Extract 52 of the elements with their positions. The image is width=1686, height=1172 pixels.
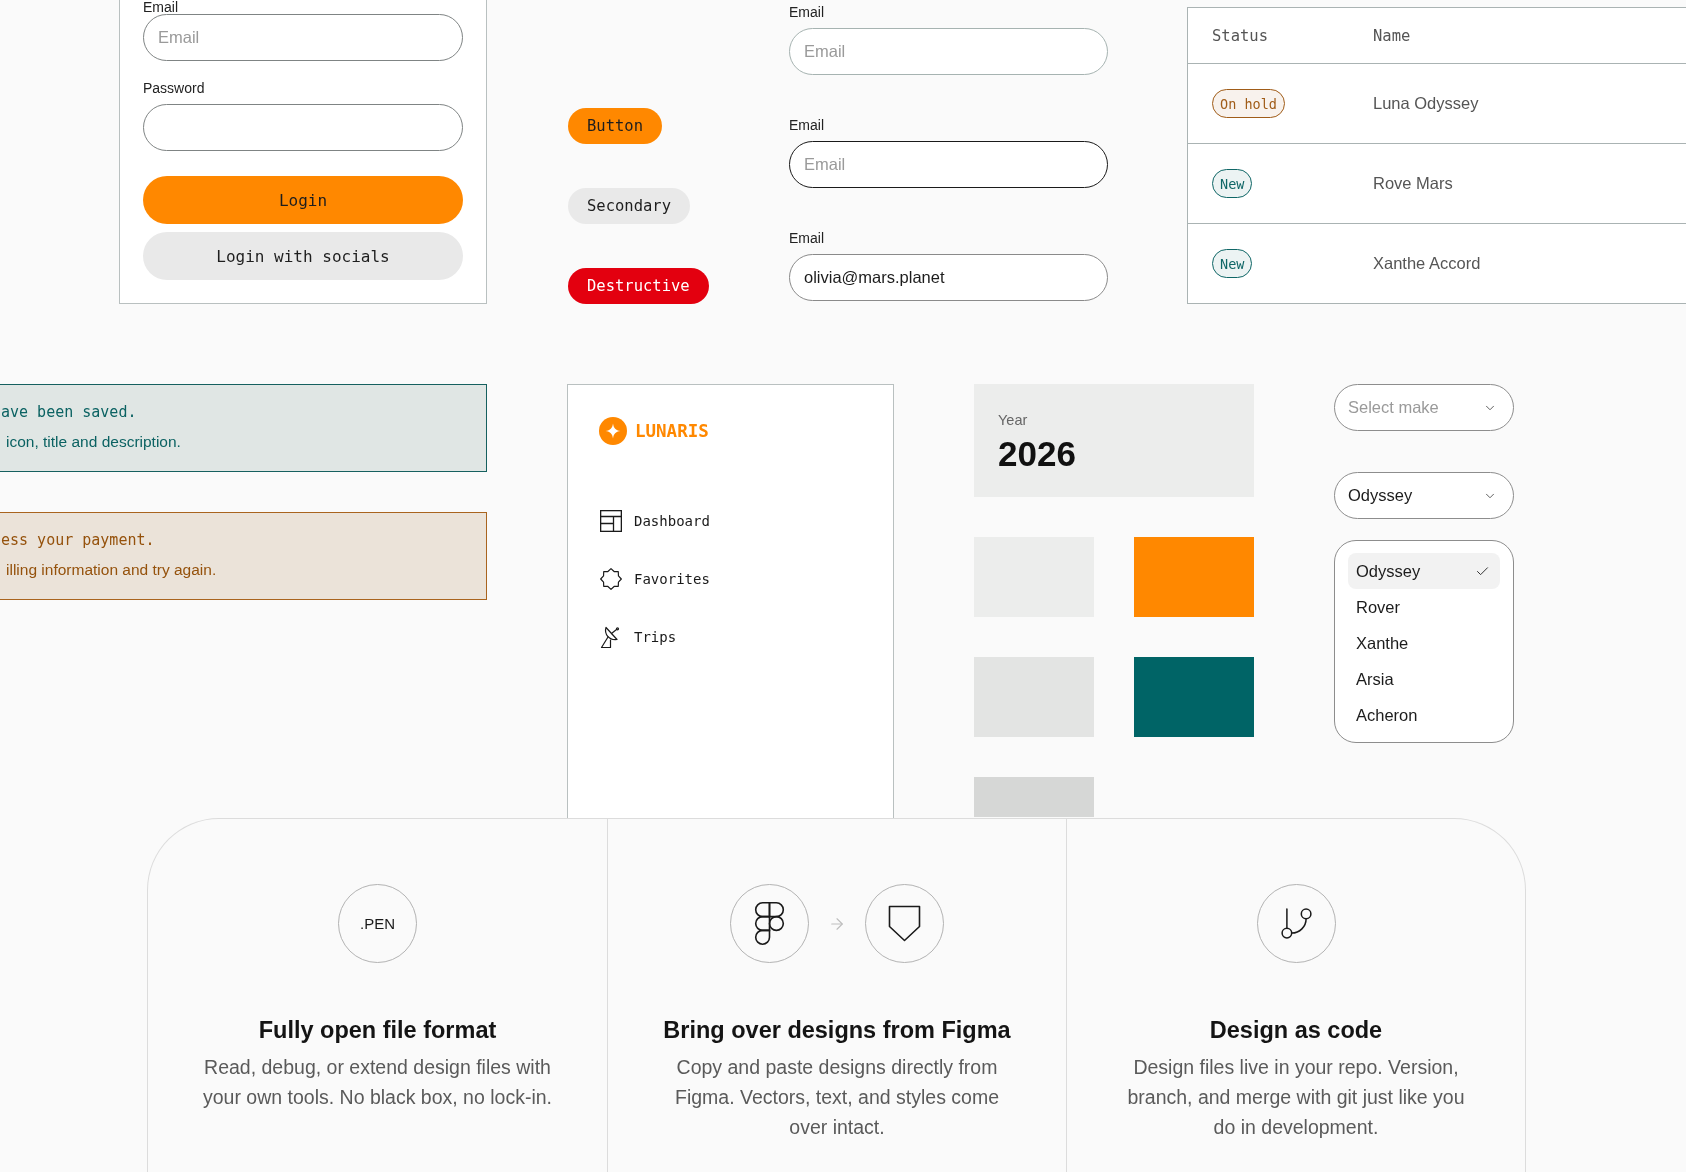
nav-item[interactable]: Dashboard bbox=[599, 507, 718, 535]
select-field[interactable]: Odyssey bbox=[1334, 472, 1514, 519]
feature-title: Fully open file format bbox=[258, 1016, 497, 1045]
layout-icon bbox=[600, 510, 622, 532]
figma-logo-icon bbox=[730, 884, 809, 963]
badge-icon bbox=[600, 568, 622, 590]
year-value: 2026 bbox=[998, 434, 1076, 474]
email-input[interactable]: olivia@mars.planet bbox=[789, 254, 1108, 301]
alert-description: illing information and try again. bbox=[5, 560, 217, 580]
secondary-button[interactable]: Secondary bbox=[568, 188, 690, 224]
shield-icon bbox=[865, 884, 944, 963]
logo-icon bbox=[599, 417, 627, 445]
field-label: Email bbox=[789, 229, 825, 247]
table-cell: Luna Odyssey bbox=[1373, 94, 1479, 113]
input-field[interactable] bbox=[143, 104, 463, 151]
email-input[interactable]: Email bbox=[789, 141, 1108, 188]
input-field[interactable]: Email bbox=[143, 14, 463, 61]
dropdown-option[interactable]: Xanthe bbox=[1348, 625, 1500, 661]
column-header: Name bbox=[1373, 26, 1411, 45]
dropdown-option[interactable]: Odyssey bbox=[1348, 553, 1500, 589]
feature-description: Copy and paste designs directly from Figma. Vectors, text, and styles come over intact. bbox=[673, 1055, 1000, 1140]
status-tag: New bbox=[1212, 249, 1253, 278]
feature-title: Bring over designs from Figma bbox=[663, 1016, 1011, 1045]
dropdown-option[interactable]: Arsia bbox=[1348, 661, 1500, 697]
brand-name: LUNARIS bbox=[635, 421, 709, 441]
field-label: Email bbox=[143, 0, 179, 14]
year-label: Year bbox=[998, 411, 1028, 429]
primary-button[interactable]: Login bbox=[143, 176, 463, 224]
field-label: Password bbox=[143, 80, 206, 96]
satellite-dish-icon bbox=[600, 625, 622, 649]
alert-description: icon, title and description. bbox=[5, 432, 181, 452]
dropdown-option[interactable]: Acheron bbox=[1348, 697, 1500, 733]
status-tag: New bbox=[1212, 169, 1253, 198]
primary-button[interactable]: Button bbox=[568, 108, 662, 144]
status-tag: On hold bbox=[1212, 89, 1285, 118]
field-label: Email bbox=[789, 116, 825, 134]
destructive-button[interactable]: Destructive bbox=[568, 268, 709, 304]
branch-icon bbox=[1256, 884, 1336, 963]
nav-item[interactable]: Favorites bbox=[599, 565, 718, 593]
column-header: Status bbox=[1212, 26, 1268, 45]
email-input[interactable]: Email bbox=[789, 28, 1108, 75]
feature-title: Design as code bbox=[1209, 1016, 1383, 1045]
feature-description: Design files live in your repo. Version, branch, and merge with git just like you do in development. bbox=[1126, 1055, 1466, 1140]
alert-title: ess your payment. bbox=[0, 530, 155, 550]
nav-item[interactable]: Trips bbox=[599, 623, 685, 651]
table-cell: Xanthe Accord bbox=[1373, 254, 1481, 273]
secondary-button[interactable]: Login with socials bbox=[143, 232, 463, 280]
field-label: Email bbox=[789, 3, 825, 21]
table-cell: Rove Mars bbox=[1373, 174, 1453, 193]
dropdown-option[interactable]: Rover bbox=[1348, 589, 1500, 625]
alert-title: ave been saved. bbox=[0, 402, 137, 422]
feature-description: Read, debug, or extend design files with your own tools. No black box, no lock-in. bbox=[202, 1055, 553, 1110]
